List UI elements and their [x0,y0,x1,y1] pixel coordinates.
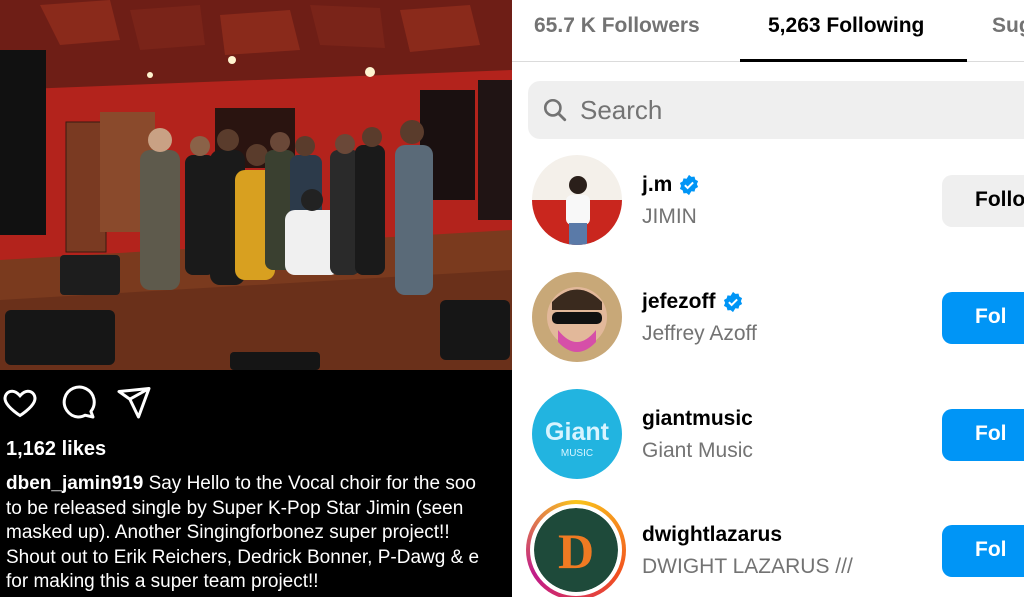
list-item: Giant MUSIC giantmusic Giant Music Fol [512,389,1024,489]
list-item: jefezoff Jeffrey Azoff Fol [512,272,1024,372]
account-username[interactable]: dwightlazarus [642,523,782,547]
tab-followers[interactable]: 65.7 K Followers [534,14,700,38]
follow-button[interactable]: Fol [942,292,1024,344]
post-caption: dben_jamin919 Say Hello to the Vocal cho… [6,472,512,595]
search-input[interactable]: Search [528,81,1024,139]
caption-line: Shout out to Erik Reichers, Dedrick Bonn… [6,546,480,568]
likes-count[interactable]: 1,162 likes [6,438,106,461]
account-full-name: Jeffrey Azoff [642,322,757,345]
list-item: j.m JIMIN Follo [512,155,1024,255]
comment-icon[interactable] [60,384,100,424]
caption-line: to be released single by Super K-Pop Sta… [6,497,464,519]
follow-button[interactable]: Fol [942,525,1024,577]
search-placeholder: Search [580,95,663,125]
profile-tabs: 65.7 K Followers 5,263 Following Sug [512,0,1024,62]
account-username[interactable]: jefezoff [642,290,744,314]
instagram-post: 1,162 likes dben_jamin919 Say Hello to t… [0,0,512,597]
account-full-name: Giant Music [642,439,753,462]
avatar[interactable] [532,155,622,245]
avatar[interactable] [532,272,622,362]
account-username[interactable]: j.m [642,173,700,197]
following-list-panel: 65.7 K Followers 5,263 Following Sug Sea… [512,0,1024,597]
list-item: D dwightlazarus DWIGHT LAZARUS /// Fol [512,500,1024,597]
active-tab-indicator [740,59,967,62]
account-username[interactable]: giantmusic [642,407,753,431]
studio-group-photo [0,0,512,370]
avatar-story-ring[interactable]: D [526,500,626,597]
account-full-name: DWIGHT LAZARUS /// [642,555,853,578]
avatar-logo-letter: D [558,523,594,579]
caption-line: dben_jamin919 Say Hello to the Vocal cho… [6,473,476,494]
follow-button[interactable]: Follo [942,175,1024,227]
caption-line: for making this a super team project!! [6,571,319,592]
tab-suggested[interactable]: Sug [992,14,1024,38]
avatar-logo-subtext: MUSIC [561,448,593,459]
post-photo[interactable] [0,0,512,370]
heart-icon[interactable] [2,384,42,424]
caption-line: masked up). Another Singingforbonez supe… [6,522,450,543]
follow-button[interactable]: Fol [942,409,1024,461]
search-icon [542,97,568,123]
avatar[interactable]: Giant MUSIC [532,389,622,479]
avatar-logo-text: Giant [545,418,610,446]
verified-badge-icon [722,291,744,313]
verified-badge-icon [678,174,700,196]
account-full-name: JIMIN [642,205,697,228]
post-actions [0,384,512,424]
tab-following[interactable]: 5,263 Following [768,14,924,38]
caption-username[interactable]: dben_jamin919 [6,473,143,494]
share-icon[interactable] [116,384,156,424]
